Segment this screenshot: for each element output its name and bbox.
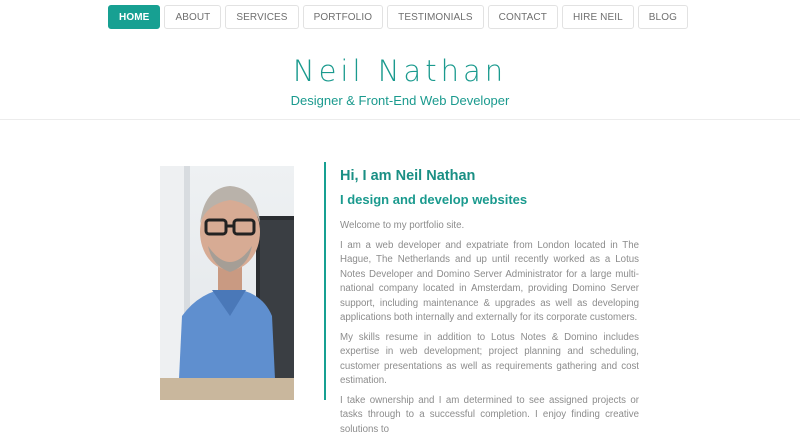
nav-item-hire-neil[interactable]: HIRE NEIL — [562, 5, 634, 29]
main-nav: HOME ABOUT SERVICES PORTFOLIO TESTIMONIA… — [0, 5, 800, 29]
about-heading: Hi, I am Neil Nathan — [340, 166, 639, 186]
portrait-illustration — [160, 166, 294, 400]
nav-item-blog[interactable]: BLOG — [638, 5, 688, 29]
nav-item-contact[interactable]: CONTACT — [488, 5, 558, 29]
site-subtitle: Designer & Front-End Web Developer — [0, 92, 800, 110]
about-section: Hi, I am Neil Nathan I design and develo… — [324, 162, 639, 400]
site-header: Neil Nathan Designer & Front-End Web Dev… — [0, 52, 800, 110]
about-paragraph: My skills resume in addition to Lotus No… — [340, 331, 639, 389]
profile-photo — [160, 166, 294, 400]
nav-item-testimonials[interactable]: TESTIMONIALS — [387, 5, 484, 29]
site-title[interactable]: Neil Nathan — [0, 52, 800, 90]
nav-item-home[interactable]: HOME — [108, 5, 160, 29]
nav-item-about[interactable]: ABOUT — [164, 5, 221, 29]
header-divider — [0, 119, 800, 120]
about-paragraph: Welcome to my portfolio site. — [340, 219, 639, 234]
nav-item-services[interactable]: SERVICES — [225, 5, 298, 29]
nav-item-portfolio[interactable]: PORTFOLIO — [303, 5, 384, 29]
about-paragraph: I take ownership and I am determined to … — [340, 394, 639, 437]
about-paragraph: I am a web developer and expatriate from… — [340, 239, 639, 326]
about-tagline: I design and develop websites — [340, 191, 639, 209]
